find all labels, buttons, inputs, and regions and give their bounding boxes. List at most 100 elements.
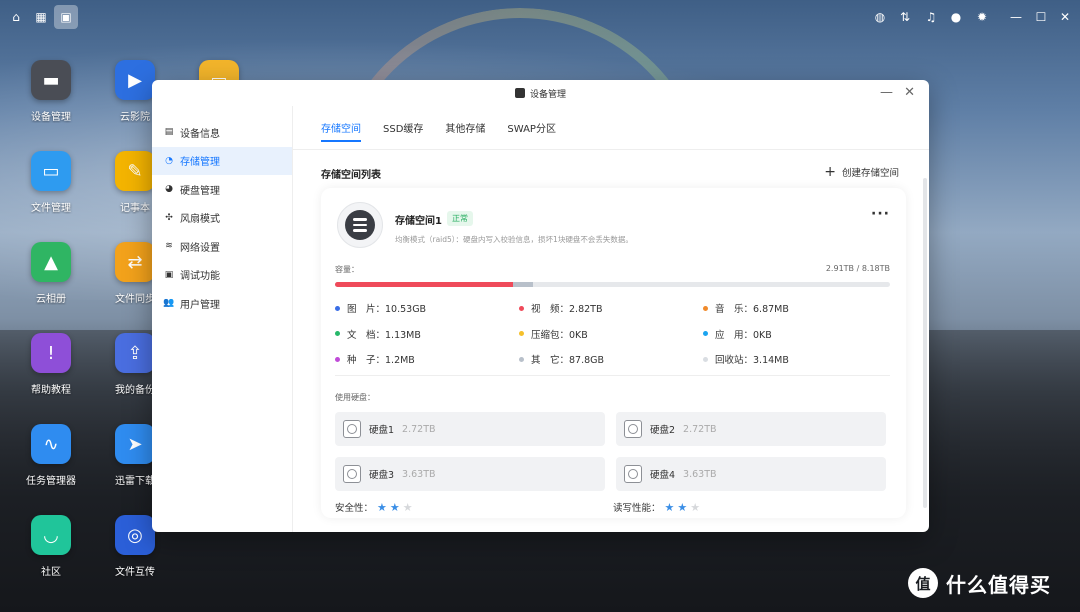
watermark-logo: 值 <box>908 568 938 598</box>
hard-disk-icon <box>624 465 642 483</box>
cloud-cinema-icon: ▶ <box>115 60 155 100</box>
sidebar-item-debug[interactable]: ▣ 调试功能 <box>152 261 292 290</box>
minimize-icon[interactable]: — <box>1006 7 1026 27</box>
disk-item[interactable]: 硬盘1 2.72TB <box>335 412 605 446</box>
create-storage-button[interactable]: + 创建存储空间 <box>824 164 899 180</box>
star-icon: ★ <box>690 500 701 514</box>
hard-disk-icon <box>343 420 361 438</box>
device-manager-icon: ▬ <box>31 60 71 100</box>
sidebar-item-user[interactable]: 👥 用户管理 <box>152 289 292 318</box>
section-title: 存储空间列表 <box>321 170 381 181</box>
star-icon: ★ <box>389 500 400 514</box>
desktop-icon-label: 云相册 <box>36 294 66 305</box>
device-manager-taskbar-icon[interactable]: ▣ <box>54 5 78 29</box>
hard-disk-icon <box>343 465 361 483</box>
user-icon: 👥 <box>163 298 175 309</box>
wifi-icon: ≋ <box>165 241 173 252</box>
security-rating: 安全性： ★ ★ ★ <box>335 500 416 515</box>
bell-icon[interactable]: ♫ <box>921 7 941 27</box>
category-label: 种 子：1.2MB <box>347 355 415 366</box>
star-icon: ★ <box>677 500 688 514</box>
sidebar-item-storage[interactable]: ◔ 存储管理 <box>152 146 292 175</box>
desktop-icon-label: 社区 <box>41 567 61 578</box>
tab-1[interactable]: SSD缓存 <box>383 106 423 150</box>
watermark: 值 什么值得买 <box>908 568 1051 598</box>
category-dot-icon <box>335 356 340 362</box>
category-label: 音 乐：6.87MB <box>715 304 789 315</box>
window-close-icon[interactable]: ✕ <box>904 85 915 100</box>
more-options-icon[interactable]: ··· <box>871 206 890 222</box>
sidebar: ▤ 设备信息 ◔ 存储管理 ◕ 硬盘管理 ✣ 风扇模式 ≋ 网络设置 ▣ 调试功能 👥 用户管理 <box>152 106 293 532</box>
disk-name: 硬盘3 <box>369 470 395 481</box>
sidebar-item-disk[interactable]: ◕ 硬盘管理 <box>152 175 292 204</box>
debug-icon: ▣ <box>164 269 174 280</box>
sidebar-item-label: 硬盘管理 <box>180 185 220 197</box>
disk-item[interactable]: 硬盘3 3.63TB <box>335 457 605 491</box>
category-dot-icon <box>703 305 708 311</box>
home-icon[interactable]: ⌂ <box>6 7 26 27</box>
file-transfer-icon: ◎ <box>115 515 155 555</box>
storage-pool-icon <box>337 202 383 248</box>
sidebar-item-fan[interactable]: ✣ 风扇模式 <box>152 204 292 233</box>
category-label: 文 档：1.13MB <box>347 329 421 341</box>
tab-2[interactable]: 其他存储 <box>445 106 485 150</box>
storage-pool-card: 存储空间1 正常 均衡模式（raid5）：硬盘内写入校验信息，损坏1块硬盘不会丢… <box>321 188 906 518</box>
desktop-icon-6[interactable]: ! 帮助教程 <box>19 333 83 396</box>
community-icon: ◡ <box>31 515 71 555</box>
close-icon[interactable]: ✕ <box>1055 7 1075 27</box>
desktop-icon-label: 任务管理器 <box>26 476 76 487</box>
category-dot-icon <box>519 331 524 336</box>
disk-item[interactable]: 硬盘4 3.63TB <box>616 457 886 491</box>
maximize-icon[interactable]: ☐ <box>1031 7 1051 27</box>
desktop-icon-10[interactable]: ◡ 社区 <box>19 515 83 578</box>
info-icon: ▤ <box>164 127 174 138</box>
desktop-icon-0[interactable]: ▬ 设备管理 <box>19 60 83 123</box>
storage-icon: ◔ <box>165 155 173 166</box>
tab-0[interactable]: 存储空间 <box>321 106 361 150</box>
tab-3[interactable]: SWAP分区 <box>507 106 556 150</box>
desktop-icon-4[interactable]: ▲ 云相册 <box>19 242 83 305</box>
apps-grid-icon[interactable]: ▦ <box>31 7 51 27</box>
thunder-icon: ➤ <box>115 424 155 464</box>
hard-disk-icon <box>624 420 642 438</box>
sidebar-item-wifi[interactable]: ≋ 网络设置 <box>152 232 292 261</box>
window-titlebar: 设备管理 — ✕ <box>152 80 929 106</box>
star-icon: ★ <box>402 500 413 514</box>
category-label: 回收站：3.14MB <box>715 355 789 366</box>
disk-size: 2.72TB <box>402 423 436 435</box>
category-item: 其 它：87.8GB <box>519 352 604 366</box>
scrollbar[interactable] <box>923 178 927 508</box>
backup-icon: ⇪ <box>115 333 155 373</box>
sidebar-item-info[interactable]: ▤ 设备信息 <box>152 118 292 147</box>
desktop-icon-label: 设备管理 <box>31 112 71 123</box>
plus-icon: + <box>824 164 836 180</box>
performance-rating: 读写性能： ★ ★ ★ <box>613 500 703 515</box>
category-dot-icon <box>519 356 524 362</box>
category-item: 视 频：2.82TB <box>519 301 602 315</box>
disk-name: 硬盘1 <box>369 425 395 436</box>
disk-name: 硬盘2 <box>650 425 676 436</box>
sidebar-item-label: 网络设置 <box>180 242 220 254</box>
status-badge: 正常 <box>447 211 473 226</box>
category-label: 压缩包：0KB <box>531 329 588 341</box>
watermark-text: 什么值得买 <box>946 572 1051 597</box>
settings-icon[interactable]: ✹ <box>972 7 992 27</box>
disk-item[interactable]: 硬盘2 2.72TB <box>616 412 886 446</box>
disk-size: 2.72TB <box>683 423 717 435</box>
category-dot-icon <box>335 331 340 336</box>
desktop-icon-label: 文件管理 <box>31 203 71 214</box>
capacity-bar-other-fill <box>512 282 533 287</box>
help-icon: ! <box>31 333 71 373</box>
category-label: 图 片：10.53GB <box>347 304 427 315</box>
sync-icon[interactable]: ⇅ <box>895 7 915 27</box>
sidebar-item-label: 调试功能 <box>180 271 220 283</box>
globe-icon[interactable]: ◍ <box>870 7 890 27</box>
user-icon[interactable]: ● <box>946 7 966 27</box>
desktop-icon-8[interactable]: ∿ 任务管理器 <box>19 424 83 487</box>
disk-name: 硬盘4 <box>650 470 676 481</box>
capacity-value: 2.91TB / 8.18TB <box>825 264 890 273</box>
fan-icon: ✣ <box>165 212 173 223</box>
disk-size: 3.63TB <box>683 468 717 480</box>
window-minimize-icon[interactable]: — <box>880 85 893 100</box>
desktop-icon-2[interactable]: ▭ 文件管理 <box>19 151 83 214</box>
